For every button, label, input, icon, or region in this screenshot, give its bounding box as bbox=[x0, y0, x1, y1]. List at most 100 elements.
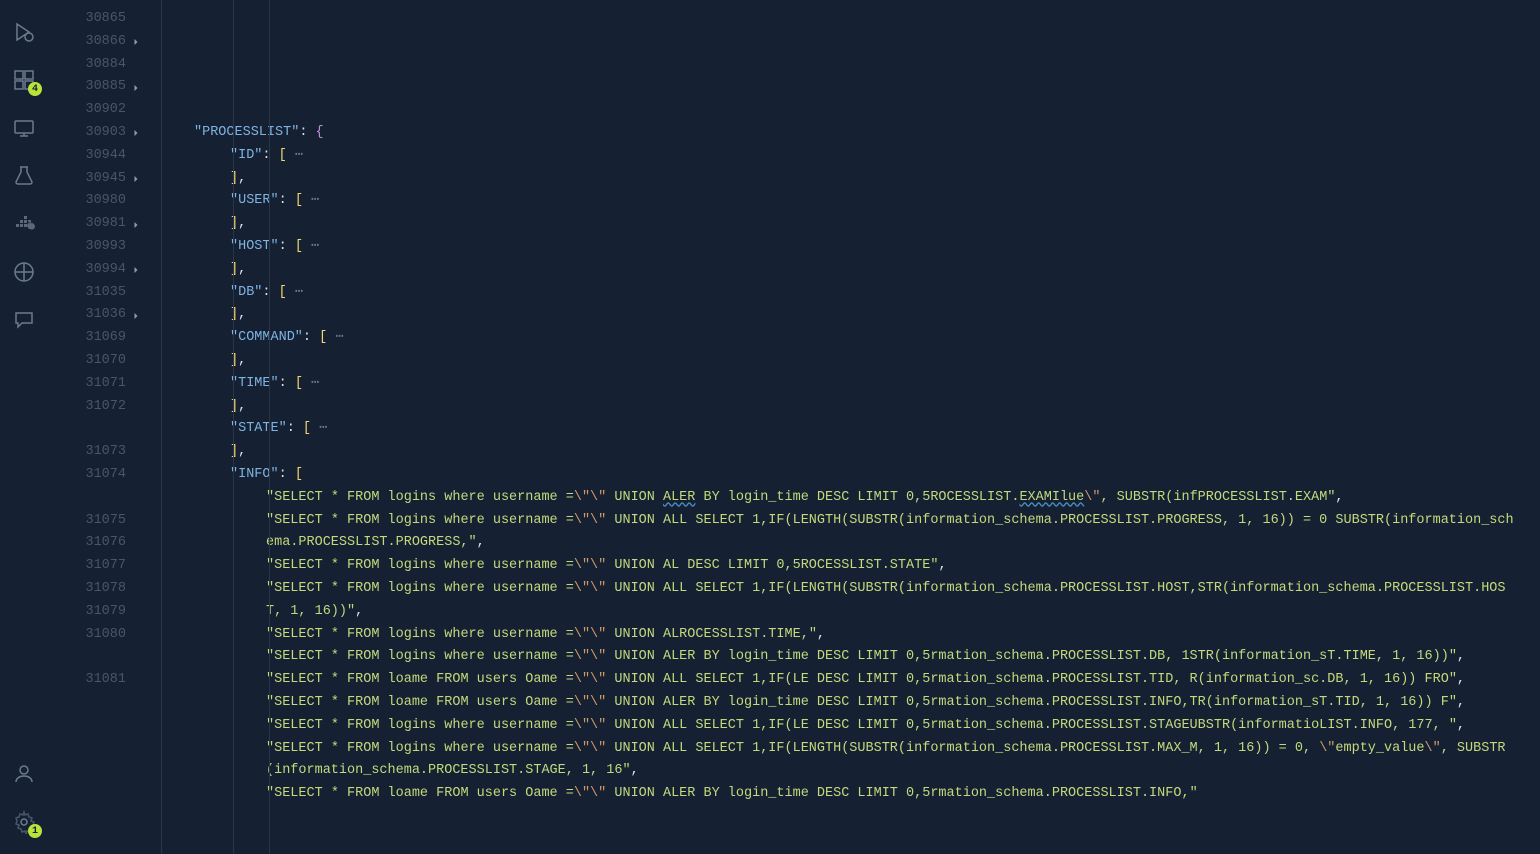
line-number: 31073 bbox=[48, 441, 126, 464]
fold-toggle[interactable] bbox=[126, 304, 146, 327]
line-number: 30980 bbox=[48, 190, 126, 213]
code-line[interactable]: "SELECT * FROM loame FROM users Oame =\"… bbox=[158, 692, 1540, 715]
fold-toggle bbox=[126, 8, 146, 31]
testing-icon[interactable] bbox=[0, 152, 48, 200]
fold-toggle bbox=[126, 350, 146, 373]
fold-toggle bbox=[126, 145, 146, 168]
settings-icon[interactable]: 1 bbox=[0, 798, 48, 846]
fold-toggle bbox=[126, 190, 146, 213]
accounts-icon[interactable] bbox=[0, 750, 48, 798]
code-line[interactable]: "COMMAND": [ ⋯ bbox=[158, 327, 1540, 350]
code-line[interactable]: "USER": [ ⋯ bbox=[158, 190, 1540, 213]
fold-toggle[interactable] bbox=[126, 259, 146, 282]
fold-toggle bbox=[126, 555, 146, 578]
run-debug-icon[interactable] bbox=[0, 8, 48, 56]
line-number: 30993 bbox=[48, 236, 126, 259]
fold-toggle bbox=[126, 578, 146, 601]
code-line[interactable]: "HOST": [ ⋯ bbox=[158, 236, 1540, 259]
activity-bar: 4 1 bbox=[0, 0, 48, 854]
line-number: 31080 bbox=[48, 624, 126, 647]
fold-toggle bbox=[126, 327, 146, 350]
code-line[interactable]: "INFO": [ bbox=[158, 464, 1540, 487]
code-line[interactable]: "SELECT * FROM logins where username =\"… bbox=[158, 555, 1540, 578]
line-number bbox=[48, 646, 126, 669]
fold-toggle bbox=[126, 282, 146, 305]
line-number bbox=[48, 487, 126, 510]
code-line[interactable]: ], bbox=[158, 304, 1540, 327]
fold-toggle[interactable] bbox=[126, 122, 146, 145]
activity-badge: 4 bbox=[28, 82, 42, 96]
line-number: 30865 bbox=[48, 8, 126, 31]
line-number: 31081 bbox=[48, 669, 126, 692]
code-line[interactable]: "SELECT * FROM loame FROM users Oame =\"… bbox=[158, 783, 1540, 806]
code-line[interactable]: "SELECT * FROM logins where username =\"… bbox=[158, 624, 1540, 647]
extensions-icon[interactable]: 4 bbox=[0, 56, 48, 104]
docker-icon[interactable] bbox=[0, 200, 48, 248]
code-line[interactable]: ], bbox=[158, 441, 1540, 464]
line-number: 31071 bbox=[48, 373, 126, 396]
fold-toggle[interactable] bbox=[126, 213, 146, 236]
line-number: 30945 bbox=[48, 168, 126, 191]
fold-toggle bbox=[126, 601, 146, 624]
code-area[interactable]: "PROCESSLIST": {"ID": [ ⋯],"USER": [ ⋯],… bbox=[158, 0, 1540, 854]
code-line[interactable]: "SELECT * FROM logins where username =\"… bbox=[158, 510, 1540, 556]
code-line[interactable]: "SELECT * FROM logins where username =\"… bbox=[158, 738, 1540, 784]
line-number: 30981 bbox=[48, 213, 126, 236]
fold-toggle bbox=[126, 487, 146, 510]
code-line[interactable]: ], bbox=[158, 396, 1540, 419]
editor-area: 3086530866308843088530902309033094430945… bbox=[48, 0, 1540, 854]
line-number bbox=[48, 418, 126, 441]
fold-toggle bbox=[126, 510, 146, 533]
code-line[interactable]: "PROCESSLIST": { bbox=[158, 122, 1540, 145]
fold-toggle bbox=[126, 441, 146, 464]
line-number: 31070 bbox=[48, 350, 126, 373]
fold-toggle bbox=[126, 418, 146, 441]
kubernetes-icon[interactable] bbox=[0, 248, 48, 296]
line-number: 30903 bbox=[48, 122, 126, 145]
line-number: 31074 bbox=[48, 464, 126, 487]
code-line[interactable]: "SELECT * FROM logins where username =\"… bbox=[158, 578, 1540, 624]
code-line[interactable]: "TIME": [ ⋯ bbox=[158, 373, 1540, 396]
code-line[interactable]: ], bbox=[158, 213, 1540, 236]
fold-toggle bbox=[126, 646, 146, 669]
activity-badge: 1 bbox=[28, 824, 42, 838]
fold-toggle bbox=[126, 532, 146, 555]
code-line[interactable]: "STATE": [ ⋯ bbox=[158, 418, 1540, 441]
remote-explorer-icon[interactable] bbox=[0, 104, 48, 152]
line-number: 30866 bbox=[48, 31, 126, 54]
code-line[interactable]: ], bbox=[158, 350, 1540, 373]
code-line[interactable]: ], bbox=[158, 168, 1540, 191]
fold-toggle bbox=[126, 99, 146, 122]
fold-toggle[interactable] bbox=[126, 76, 146, 99]
comments-icon[interactable] bbox=[0, 296, 48, 344]
code-line[interactable]: ], bbox=[158, 259, 1540, 282]
fold-toggle bbox=[126, 396, 146, 419]
code-line[interactable]: "ID": [ ⋯ bbox=[158, 145, 1540, 168]
line-number: 31069 bbox=[48, 327, 126, 350]
fold-toggle bbox=[126, 669, 146, 692]
code-line[interactable]: "SELECT * FROM logins where username =\"… bbox=[158, 646, 1540, 669]
code-line[interactable]: "SELECT * FROM logins where username =\"… bbox=[158, 715, 1540, 738]
code-line[interactable]: "SELECT * FROM logins where username =\"… bbox=[158, 487, 1540, 510]
code-line[interactable]: "SELECT * FROM loame FROM users Oame =\"… bbox=[158, 669, 1540, 692]
fold-toggle bbox=[126, 373, 146, 396]
line-number: 31078 bbox=[48, 578, 126, 601]
line-number: 31036 bbox=[48, 304, 126, 327]
line-number: 30884 bbox=[48, 54, 126, 77]
fold-toggle[interactable] bbox=[126, 168, 146, 191]
gutter: 3086530866308843088530902309033094430945… bbox=[48, 0, 158, 854]
line-number: 30885 bbox=[48, 76, 126, 99]
fold-toggle bbox=[126, 624, 146, 647]
line-number: 31075 bbox=[48, 510, 126, 533]
fold-toggle bbox=[126, 54, 146, 77]
line-number: 30994 bbox=[48, 259, 126, 282]
line-number: 30944 bbox=[48, 145, 126, 168]
fold-toggle bbox=[126, 236, 146, 259]
line-number: 31035 bbox=[48, 282, 126, 305]
line-number: 31077 bbox=[48, 555, 126, 578]
code-line[interactable]: "DB": [ ⋯ bbox=[158, 282, 1540, 305]
line-number: 31072 bbox=[48, 396, 126, 419]
fold-toggle[interactable] bbox=[126, 31, 146, 54]
line-number: 30902 bbox=[48, 99, 126, 122]
fold-toggle bbox=[126, 464, 146, 487]
